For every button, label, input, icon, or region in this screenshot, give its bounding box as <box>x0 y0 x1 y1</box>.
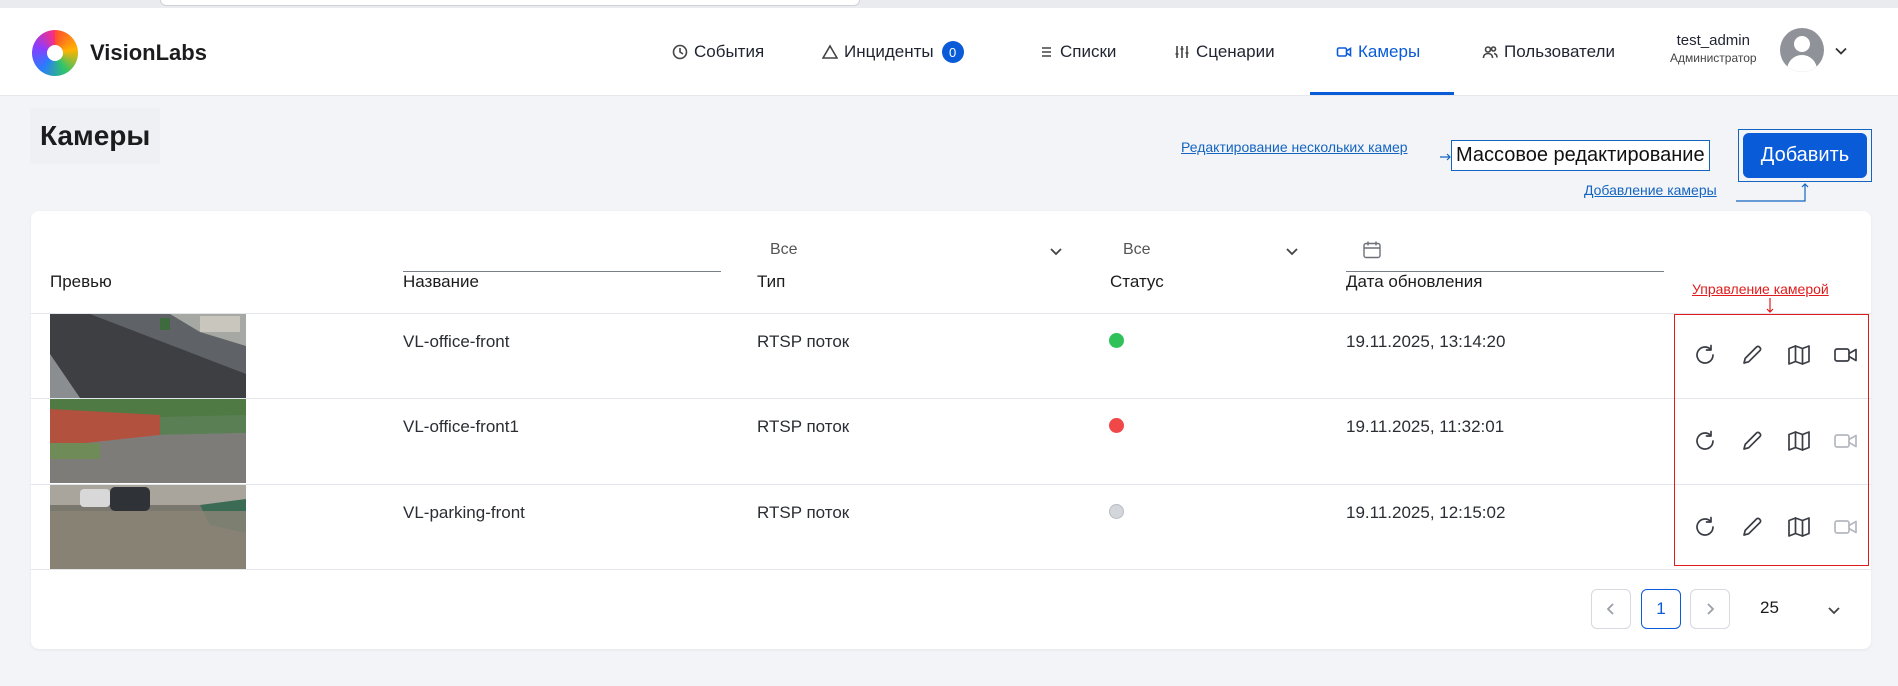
camera-preview-image[interactable] <box>50 485 246 569</box>
column-header-name: Название <box>403 272 479 291</box>
table-divider <box>31 569 1871 570</box>
table-divider <box>31 398 1871 399</box>
page-number-button[interactable]: 1 <box>1641 589 1681 629</box>
chevron-down-icon[interactable] <box>1048 243 1064 259</box>
avatar[interactable] <box>1780 28 1824 72</box>
incidents-count-badge: 0 <box>941 41 964 63</box>
calendar-icon[interactable] <box>1362 240 1382 260</box>
user-info: test_admin Администратор <box>1670 32 1757 65</box>
nav-lists-label: Списки <box>1060 42 1117 61</box>
next-page-button[interactable] <box>1690 589 1730 629</box>
annotation-add-camera: Добавление камеры <box>1584 182 1717 198</box>
clock-icon <box>672 44 688 60</box>
camera-type: RTSP поток <box>757 503 850 522</box>
column-header-status: Статус <box>1110 272 1164 291</box>
annotation-camera-management: Управление камерой <box>1692 281 1829 297</box>
mass-edit-button[interactable]: Массовое редактирование <box>1451 140 1710 171</box>
active-tab-indicator <box>1310 92 1454 95</box>
status-filter-select[interactable]: Все <box>1123 241 1151 259</box>
camera-type: RTSP поток <box>757 332 850 351</box>
chevron-left-icon <box>1606 603 1614 615</box>
camera-preview-image[interactable] <box>50 314 246 398</box>
status-indicator <box>1109 504 1124 519</box>
nav-lists[interactable]: Списки <box>1038 8 1116 96</box>
nav-events-label: События <box>694 42 765 61</box>
camera-name[interactable]: VL-office-front <box>403 332 509 352</box>
nav-cameras-label: Камеры <box>1358 42 1421 61</box>
annotation-frame-camera-management <box>1674 314 1869 566</box>
annotation-mass-edit: Редактирование нескольких камер <box>1181 139 1408 155</box>
prev-page-button[interactable] <box>1591 589 1631 629</box>
user-name: test_admin <box>1676 32 1750 49</box>
camera-updated-date: 19.11.2025, 13:14:20 <box>1346 332 1506 351</box>
user-role: Администратор <box>1670 51 1757 65</box>
camera-name[interactable]: VL-parking-front <box>403 503 525 523</box>
annotation-arrow-down-icon <box>1766 298 1774 313</box>
chevron-down-icon[interactable] <box>1826 602 1842 618</box>
chevron-down-icon[interactable] <box>1834 44 1848 58</box>
nav-incidents[interactable]: Инциденты 0 <box>822 8 964 96</box>
sliders-icon <box>1175 46 1189 58</box>
add-camera-button[interactable]: Добавить <box>1743 133 1867 178</box>
chevron-right-icon <box>1707 603 1715 615</box>
page-title: Камеры <box>30 108 161 164</box>
camera-preview-image[interactable] <box>50 399 246 483</box>
users-icon <box>1482 46 1498 59</box>
browser-address-bar[interactable] <box>160 0 860 6</box>
column-header-type: Тип <box>757 272 786 291</box>
annotation-arrow-up-icon <box>1736 183 1809 202</box>
warning-icon <box>822 44 838 59</box>
status-indicator <box>1109 418 1124 433</box>
column-header-updated: Дата обновления <box>1346 272 1483 291</box>
camera-updated-date: 19.11.2025, 11:32:01 <box>1346 417 1505 436</box>
nav-scenarios[interactable]: Сценарии <box>1174 8 1275 96</box>
nav-events[interactable]: События <box>672 8 764 96</box>
top-header: VisionLabs События Инциденты 0 Списки Сц… <box>0 8 1898 96</box>
app-logo[interactable]: VisionLabs <box>32 30 207 76</box>
video-camera-icon <box>1336 47 1352 57</box>
nav-users[interactable]: Пользователи <box>1482 8 1615 96</box>
cameras-table-card <box>31 211 1871 649</box>
camera-type: RTSP поток <box>757 417 850 436</box>
type-filter-select[interactable]: Все <box>770 241 798 259</box>
logo-text: VisionLabs <box>90 40 207 65</box>
nav-incidents-label: Инциденты <box>844 42 934 61</box>
camera-updated-date: 19.11.2025, 12:15:02 <box>1346 503 1506 522</box>
nav-users-label: Пользователи <box>1504 42 1615 61</box>
table-divider <box>31 313 1871 314</box>
camera-name[interactable]: VL-office-front1 <box>403 417 519 437</box>
table-divider <box>31 484 1871 485</box>
browser-tab-strip <box>0 0 1898 8</box>
page-size-select[interactable]: 25 <box>1760 598 1779 618</box>
nav-scenarios-label: Сценарии <box>1196 42 1275 61</box>
status-indicator <box>1109 333 1124 348</box>
list-icon <box>1042 47 1051 57</box>
chevron-down-icon[interactable] <box>1284 243 1300 259</box>
visionlabs-logo-icon <box>32 30 78 76</box>
column-header-preview: Превью <box>50 272 112 291</box>
nav-cameras[interactable]: Камеры <box>1336 8 1420 96</box>
